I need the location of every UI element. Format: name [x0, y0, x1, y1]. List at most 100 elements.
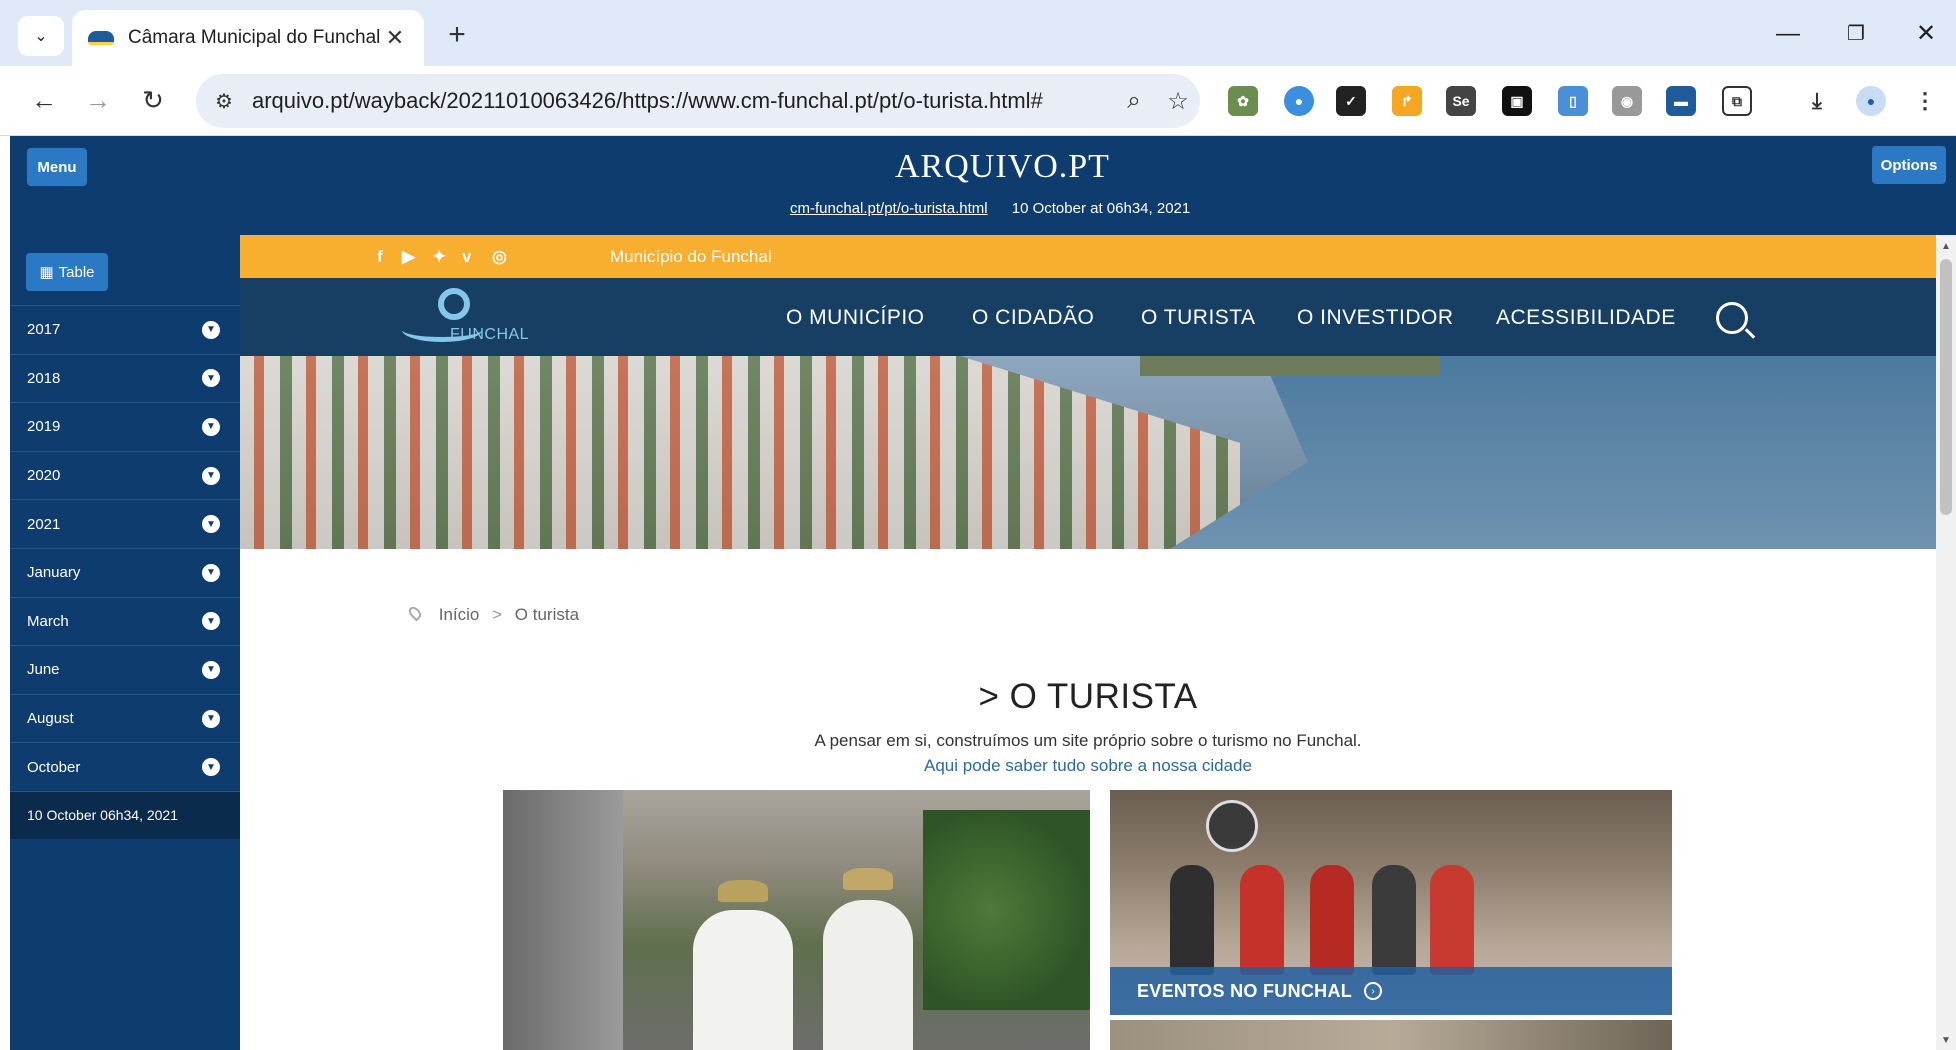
chevron-down-icon[interactable]: ▼ [202, 466, 220, 485]
chevron-down-icon: ⌄ [34, 28, 48, 45]
hero-sea [1170, 356, 1936, 549]
timeline-label: June [27, 661, 60, 679]
browser-toolbar: ← → ↻ ⚙ arquivo.pt/wayback/2021101006342… [0, 66, 1956, 136]
tourism-photo-card[interactable] [503, 790, 1090, 1050]
tab-title: Câmara Municipal do Funchal - [128, 27, 382, 48]
archived-page: f ▶ ✦ v ◎ Município do Funchal FUNCHAL O… [240, 235, 1936, 1050]
extension-icon[interactable]: ● [1284, 86, 1314, 116]
timeline-label: 2021 [27, 515, 61, 533]
browser-tab[interactable]: Câmara Municipal do Funchal - ✕ [72, 10, 424, 66]
profile-avatar-icon[interactable]: ● [1856, 86, 1886, 116]
intro-link[interactable]: Aqui pode saber tudo sobre a nossa cidad… [240, 756, 1936, 776]
minimize-icon[interactable]: — [1768, 14, 1808, 54]
scroll-up-icon[interactable]: ▲ [1940, 241, 1952, 252]
timeline-item[interactable]: June ▼ [10, 645, 240, 694]
chevron-right-icon[interactable]: › [1364, 982, 1383, 1000]
instagram-icon[interactable]: ◎ [492, 247, 507, 267]
zoom-icon[interactable]: ⌕ [1112, 87, 1156, 115]
extension-icon[interactable]: ✓ [1336, 86, 1366, 116]
arquivo-menu-button[interactable]: Menu [27, 148, 87, 186]
logo-text: FUNCHAL [450, 326, 530, 343]
events-card[interactable]: EVENTOS NO FUNCHAL › [1110, 790, 1672, 1015]
breadcrumb-home[interactable]: Início [439, 605, 480, 624]
current-version-item[interactable]: 10 October 06h34, 2021 [10, 790, 240, 839]
chevron-down-icon[interactable]: ▼ [202, 709, 220, 728]
nav-o-municipio[interactable]: O MUNICÍPIO [786, 306, 925, 330]
timeline-label: 2019 [27, 418, 61, 436]
timeline-item[interactable]: 2021 ▼ [10, 499, 240, 548]
nav-o-turista[interactable]: O TURISTA [1141, 306, 1256, 330]
photo-carreiro [823, 900, 913, 1050]
extension-icon[interactable]: ↱ [1392, 86, 1422, 116]
reload-icon[interactable]: ↻ [133, 80, 173, 120]
timeline-item[interactable]: 2017 ▼ [10, 305, 240, 354]
extension-icon[interactable]: Se [1446, 86, 1476, 116]
chevron-down-icon[interactable]: ▼ [202, 563, 220, 582]
timeline-label: 2018 [27, 369, 61, 387]
scroll-down-icon[interactable]: ▼ [1940, 1035, 1952, 1046]
timeline-item[interactable]: August ▼ [10, 693, 240, 743]
timeline-item[interactable]: October ▼ [10, 742, 240, 791]
arquivo-timeline-sidebar: ▦ Table 2017 ▼ 2018 ▼ 2019 ▼ 2020 ▼ 2021 ▼ Ja… [10, 235, 240, 1050]
forward-icon[interactable]: → [78, 80, 118, 120]
arquivo-logo[interactable]: ARQUIVO.PT [895, 148, 1110, 186]
extension-icon[interactable]: ▬ [1666, 86, 1696, 116]
municipio-label: Município do Funchal [610, 247, 772, 266]
logo-pin-icon [438, 288, 470, 320]
browser-menu-icon[interactable]: ⋮ [1910, 86, 1940, 116]
extensions-puzzle-icon[interactable]: ⧉ [1722, 86, 1752, 116]
timeline-item[interactable]: March ▼ [10, 596, 240, 646]
close-window-icon[interactable]: ✕ [1906, 14, 1946, 54]
favicon-icon [88, 31, 114, 45]
chevron-down-icon[interactable]: ▼ [202, 612, 220, 631]
youtube-icon[interactable]: ▶ [402, 247, 415, 267]
timeline-label: January [27, 564, 81, 582]
photo-trees [923, 810, 1090, 1010]
camera-icon[interactable]: ◉ [1612, 86, 1642, 116]
breadcrumb: Início > O turista [406, 604, 580, 625]
chevron-down-icon[interactable]: ▼ [202, 758, 220, 777]
arquivo-header: Menu ARQUIVO.PT cm-funchal.pt/pt/o-turis… [10, 136, 1956, 235]
site-topbar: f ▶ ✦ v ◎ Município do Funchal [240, 235, 1936, 278]
archived-url-link[interactable]: cm-funchal.pt/pt/o-turista.html [790, 200, 988, 217]
twitter-icon[interactable]: ✦ [432, 247, 446, 267]
restore-icon[interactable]: ❐ [1836, 14, 1876, 54]
photo-card[interactable] [1110, 1020, 1672, 1050]
photo-dancer [1310, 865, 1354, 975]
url-text[interactable]: arquivo.pt/wayback/20211010063426/https:… [252, 88, 1112, 114]
events-label[interactable]: EVENTOS NO FUNCHAL [1137, 981, 1352, 1002]
back-icon[interactable]: ← [24, 80, 64, 120]
scroll-thumb[interactable] [1940, 259, 1952, 515]
address-bar[interactable]: ⚙ arquivo.pt/wayback/20211010063426/http… [196, 74, 1200, 128]
breadcrumb-current: O turista [514, 605, 580, 624]
new-tab-button[interactable]: + [440, 18, 474, 52]
search-icon[interactable] [1716, 302, 1748, 334]
timeline-label: August [27, 710, 74, 728]
page-scrollbar[interactable]: ▲ ▼ [1936, 235, 1956, 1050]
timeline-item[interactable]: 2018 ▼ [10, 353, 240, 403]
chevron-down-icon[interactable]: ▼ [202, 660, 220, 679]
extension-icon[interactable]: ▯ [1558, 86, 1588, 116]
table-view-button[interactable]: ▦ Table [26, 253, 108, 291]
facebook-icon[interactable]: f [377, 247, 383, 267]
close-tab-icon[interactable]: ✕ [382, 25, 408, 51]
arquivo-options-button[interactable]: Options [1872, 146, 1946, 184]
table-icon: ▦ [39, 264, 54, 281]
nav-o-investidor[interactable]: O INVESTIDOR [1297, 306, 1454, 330]
extension-icon[interactable]: ✿ [1228, 86, 1258, 116]
download-icon[interactable]: ⤓ [1802, 86, 1832, 116]
chevron-down-icon[interactable]: ▼ [202, 515, 220, 534]
timeline-item[interactable]: January ▼ [10, 547, 240, 597]
tab-search-button[interactable]: ⌄ [18, 16, 64, 56]
timeline-item[interactable]: 2020 ▼ [10, 450, 240, 500]
chevron-down-icon[interactable]: ▼ [202, 417, 220, 436]
chevron-down-icon[interactable]: ▼ [202, 320, 220, 339]
bookmark-star-icon[interactable]: ☆ [1156, 87, 1200, 116]
site-info-icon[interactable]: ⚙ [204, 81, 244, 121]
chevron-down-icon[interactable]: ▼ [202, 369, 220, 388]
nav-o-cidadao[interactable]: O CIDADÃO [972, 306, 1094, 330]
timeline-item[interactable]: 2019 ▼ [10, 402, 240, 451]
nav-acessibilidade[interactable]: ACESSIBILIDADE [1496, 306, 1676, 330]
vimeo-icon[interactable]: v [462, 247, 471, 267]
extension-icon[interactable]: ▣ [1502, 86, 1532, 116]
